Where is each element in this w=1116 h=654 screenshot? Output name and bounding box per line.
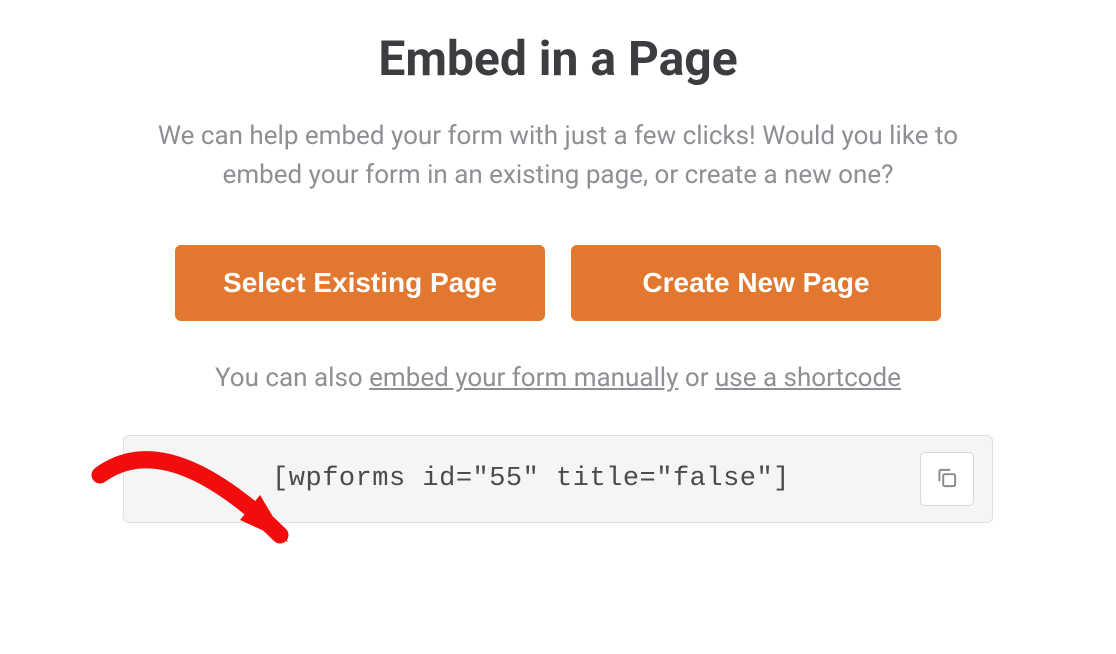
use-shortcode-link[interactable]: use a shortcode [715,363,901,393]
select-existing-page-button[interactable]: Select Existing Page [175,245,545,321]
copy-icon [934,465,960,494]
button-row: Select Existing Page Create New Page [175,245,941,321]
shortcode-text: [wpforms id="55" title="false"] [142,464,920,494]
helper-middle: or [678,363,715,393]
dialog-title: Embed in a Page [378,30,737,87]
embed-manually-link[interactable]: embed your form manually [369,363,678,393]
create-new-page-button[interactable]: Create New Page [571,245,941,321]
helper-text: You can also embed your form manually or… [215,363,901,393]
dialog-description: We can help embed your form with just a … [120,117,996,195]
shortcode-box: [wpforms id="55" title="false"] [123,435,993,523]
embed-dialog: Embed in a Page We can help embed your f… [0,0,1116,523]
helper-prefix: You can also [215,363,369,393]
copy-shortcode-button[interactable] [920,452,974,506]
